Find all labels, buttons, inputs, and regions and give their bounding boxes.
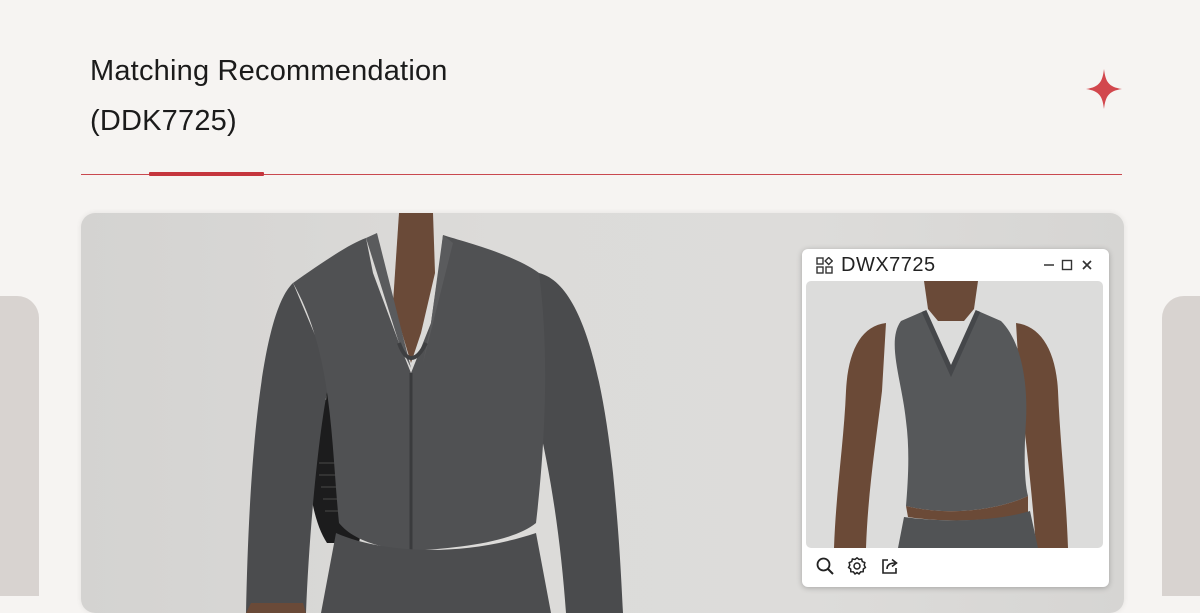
page-title-line2: (DDK7725) <box>90 105 237 137</box>
previous-card[interactable] <box>0 296 39 596</box>
settings-icon[interactable] <box>847 556 867 576</box>
zoom-icon[interactable] <box>815 556 835 576</box>
popup-header: DWX7725 <box>802 249 1109 281</box>
matching-popup: DWX7725 <box>802 249 1109 587</box>
share-icon[interactable] <box>880 556 900 576</box>
popup-title: DWX7725 <box>841 254 936 276</box>
tank-model-photo <box>834 281 1068 548</box>
minimize-icon[interactable] <box>1042 258 1056 272</box>
close-icon[interactable] <box>1080 258 1094 272</box>
popup-image[interactable] <box>806 281 1103 548</box>
sparkle-icon <box>1086 69 1122 109</box>
section-divider-accent <box>149 172 264 176</box>
page-title: Matching Recommendation (DDK7725) <box>90 46 448 146</box>
next-card[interactable] <box>1162 296 1200 596</box>
grid-icon[interactable] <box>816 257 833 274</box>
maximize-icon[interactable] <box>1060 258 1074 272</box>
page-title-line1: Matching Recommendation <box>90 55 448 87</box>
